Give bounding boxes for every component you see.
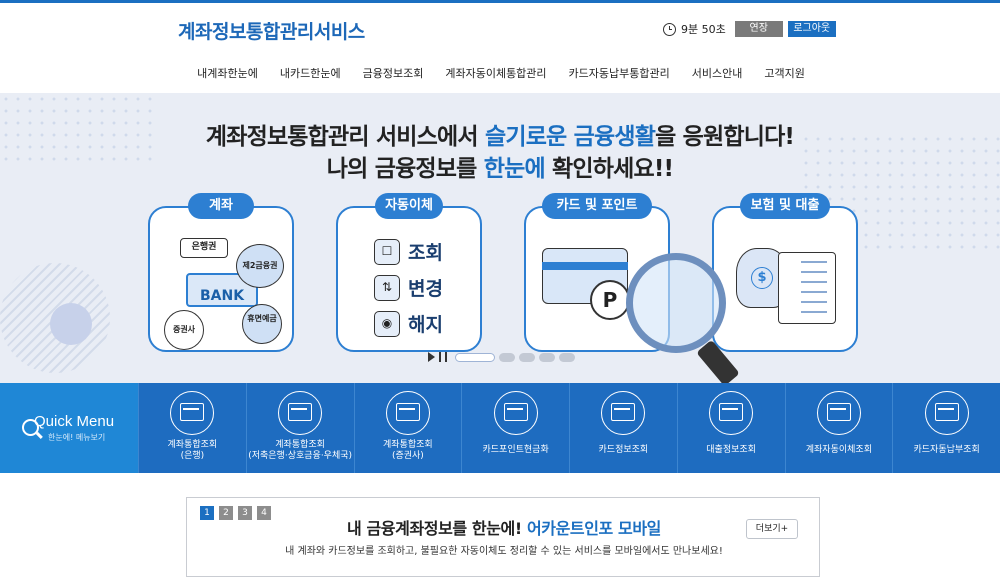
autotransfer-card-tag: 자동이체	[375, 193, 443, 219]
notice-banner: 1 2 3 4 내 금융계좌정보를 한눈에! 어카운트인포 모바일 내 계좌와 …	[186, 497, 820, 577]
quick-label: 카드정보조회	[598, 445, 649, 455]
hero-text: 확인하세요!!	[544, 156, 674, 182]
quick-menu-subtitle: 한눈에! 메뉴보기	[48, 433, 106, 442]
notice-description: 내 계좌와 카드정보를 조회하고, 불필요한 자동이체도 정리할 수 있는 서비…	[285, 546, 723, 557]
quick-item-account-securities[interactable]: 계좌통합조회 (증권사)	[353, 383, 462, 473]
nav-item-customer-support[interactable]: 고객지원	[753, 65, 815, 81]
hero-headline-1: 계좌정보통합관리 서비스에서 슬기로운 금융생활을 응원합니다!	[0, 117, 1000, 151]
auto-row-change: ⇅ 변경	[374, 274, 443, 301]
notice-title-text: 내 금융계좌정보를 한눈에!	[347, 519, 527, 538]
insurance-loan-card[interactable]: $	[712, 206, 858, 352]
card-stripe	[542, 262, 628, 270]
piggy-bank-icon: ◉	[374, 310, 400, 337]
auto-label-change: 변경	[408, 278, 443, 300]
quick-sublabel: (증권사)	[391, 451, 424, 461]
search-document-icon: ☐	[374, 238, 400, 265]
quick-item-account-bank[interactable]: 계좌통합조회 (은행)	[138, 383, 246, 473]
hero-text: 계좌정보통합관리 서비스에서	[205, 124, 485, 150]
nav-item-card-autopay[interactable]: 카드자동납부통합관리	[558, 65, 681, 81]
quick-label: 카드자동납부조회	[913, 445, 980, 455]
notice-title-highlight: 어카운트인포 모바일	[526, 519, 661, 538]
play-icon[interactable]	[428, 352, 435, 362]
card-point-icon	[493, 391, 538, 435]
auto-transfer-icon	[816, 391, 861, 435]
quick-item-loan-info[interactable]: 대출정보조회	[676, 383, 785, 473]
auto-label-inquiry: 조회	[408, 242, 443, 264]
quick-item-card-info[interactable]: 카드정보조회	[569, 383, 677, 473]
card-search-icon	[601, 391, 646, 435]
session-timer: 9분 50초	[681, 23, 726, 36]
quick-item-card-point-cash[interactable]: 카드포인트현금화	[461, 383, 569, 473]
loan-document-icon	[709, 391, 754, 435]
nav-item-my-accounts[interactable]: 내계좌한눈에	[186, 65, 269, 81]
clock-icon	[663, 22, 676, 36]
quick-menu-title: Quick Menu	[34, 413, 115, 430]
quick-menu-bar: Quick Menu 한눈에! 메뉴보기 계좌통합조회 (은행) 계좌통합조회 …	[0, 383, 1000, 473]
quick-label: 계좌통합조회	[383, 440, 433, 450]
bank-computer-icon	[278, 391, 323, 435]
bubble-dormant-deposit: 휴면예금	[242, 304, 282, 344]
insurance-loan-card-tag: 보험 및 대출	[740, 193, 830, 219]
hero-highlight: 슬기로운 금융생활	[484, 124, 656, 150]
slide-dot[interactable]	[499, 352, 515, 362]
main-navigation: 내계좌한눈에 내카드한눈에 금융정보조회 계좌자동이체통합관리 카드자동납부통합…	[0, 65, 1000, 81]
pause-icon[interactable]	[439, 352, 447, 362]
account-card-tag: 계좌	[188, 193, 254, 219]
card-point-card-tag: 카드 및 포인트	[542, 193, 652, 219]
autotransfer-card[interactable]: ☐ 조회 ⇅ 변경 ◉ 해지	[336, 206, 482, 352]
quick-sublabel: (은행)	[180, 451, 205, 461]
hero-text: 나의 금융정보를	[326, 156, 484, 182]
coin-exchange-icon: ⇅	[374, 274, 400, 301]
decorative-circle	[50, 303, 92, 345]
nav-item-service-guide[interactable]: 서비스안내	[681, 65, 754, 81]
account-card[interactable]: BANK 은행권 제2금융권 증권사 휴면예금	[148, 206, 294, 352]
quick-label: 계좌통합조회	[167, 440, 218, 450]
auto-row-inquiry: ☐ 조회	[374, 238, 443, 265]
quick-label: 계좌통합조회	[275, 440, 325, 450]
slide-dot[interactable]	[519, 352, 535, 362]
quick-item-card-autopay[interactable]: 카드자동납부조회	[892, 383, 1000, 473]
site-logo[interactable]: 계좌정보통합관리서비스	[178, 17, 365, 44]
slide-dot[interactable]	[455, 352, 495, 362]
card-autopay-icon	[924, 391, 969, 435]
hero-headline-2: 나의 금융정보를 한눈에 확인하세요!!	[0, 149, 1000, 183]
hero-banner: 계좌정보통합관리 서비스에서 슬기로운 금융생활을 응원합니다! 나의 금융정보…	[0, 93, 1000, 383]
hero-highlight: 한눈에	[483, 156, 546, 182]
bank-icon	[170, 391, 215, 435]
stock-chart-icon	[385, 391, 430, 435]
hero-text: 을 응원합니다!	[655, 124, 795, 150]
quick-sublabel: (저축은행·상호금융·우체국)	[248, 451, 353, 461]
bubble-securities: 증권사	[164, 310, 204, 350]
quick-item-account-savings[interactable]: 계좌통합조회 (저축은행·상호금융·우체국)	[245, 383, 354, 473]
notice-title: 내 금융계좌정보를 한눈에! 어카운트인포 모바일	[187, 515, 821, 539]
clipboard-icon	[778, 252, 836, 324]
nav-item-account-autotransfer[interactable]: 계좌자동이체통합관리	[434, 65, 557, 81]
bubble-secondary-finance: 제2금융권	[236, 244, 284, 288]
auto-label-cancel: 해지	[408, 314, 443, 336]
quick-label: 계좌자동이체조회	[805, 445, 872, 455]
more-button[interactable]: 더보기+	[746, 519, 798, 539]
magnifier-icon	[626, 253, 726, 353]
quick-menu-title-block: Quick Menu 한눈에! 메뉴보기	[0, 383, 138, 473]
extend-button[interactable]: 연장	[734, 21, 783, 37]
bank-label: BANK	[200, 288, 245, 304]
slide-dot[interactable]	[539, 352, 555, 362]
session-bar: 9분 50초 연장 로그아웃	[663, 21, 836, 37]
auto-row-cancel: ◉ 해지	[374, 310, 443, 337]
quick-item-auto-transfer[interactable]: 계좌자동이체조회	[784, 383, 893, 473]
nav-item-my-cards[interactable]: 내카드한눈에	[269, 65, 352, 81]
slide-controls	[428, 352, 575, 362]
dollar-icon: $	[751, 267, 773, 289]
nav-item-financial-info[interactable]: 금융정보조회	[352, 65, 435, 81]
site-header: 계좌정보통합관리서비스 9분 50초 연장 로그아웃 내계좌한눈에 내카드한눈에…	[0, 3, 1000, 93]
slide-dot[interactable]	[559, 352, 575, 362]
point-coin-icon: P	[590, 280, 630, 320]
bubble-bank: 은행권	[180, 238, 228, 258]
quick-label: 카드포인트현금화	[482, 445, 549, 455]
logout-button[interactable]: 로그아웃	[787, 21, 836, 37]
quick-label: 대출정보조회	[706, 445, 756, 455]
